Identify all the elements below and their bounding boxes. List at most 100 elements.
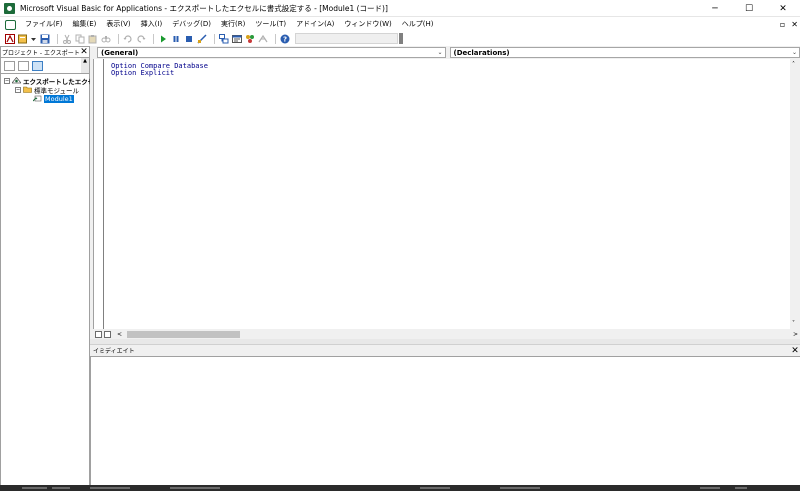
object-combo-value: (General)	[101, 48, 139, 57]
project-scroll-up-icon[interactable]: ▲	[81, 58, 89, 73]
toggle-folders-button[interactable]	[32, 60, 43, 71]
minimize-button[interactable]: ─	[698, 0, 732, 17]
help-icon[interactable]: ?	[280, 34, 290, 44]
taskbar-item[interactable]	[420, 487, 450, 489]
project-tree: − エクスポートしたエクセ − 標準モジュール Module1	[0, 73, 94, 491]
scroll-right-icon[interactable]: >	[793, 331, 798, 338]
maximize-button[interactable]: ☐	[732, 0, 766, 17]
project-explorer-title: プロジェクト - エクスポートしたエ	[2, 49, 79, 57]
vba-project-icon[interactable]	[4, 19, 16, 30]
view-object-button[interactable]	[18, 60, 29, 71]
object-combo[interactable]: (General) ⌄	[97, 47, 446, 58]
project-explorer-toolbar	[0, 58, 90, 73]
view-code-button[interactable]	[4, 60, 15, 71]
taskbar-item[interactable]	[700, 487, 720, 489]
margin-indicator-bar[interactable]	[94, 59, 104, 329]
project-explorer-icon[interactable]	[219, 33, 229, 44]
menu-run[interactable]: 実行(R)	[216, 17, 250, 31]
taskbar-item[interactable]	[170, 487, 220, 489]
toolbar-overflow-grip[interactable]	[399, 33, 403, 44]
root-expander-icon[interactable]: −	[4, 77, 10, 84]
menu-file[interactable]: ファイル(F)	[20, 17, 68, 31]
menu-insert[interactable]: 挿入(I)	[136, 17, 168, 31]
toolbar-separator	[118, 33, 119, 44]
code-vertical-scrollbar[interactable]: ˄ ˅	[790, 59, 800, 329]
standard-toolbar: ?	[0, 31, 800, 46]
taskbar-item[interactable]	[52, 487, 70, 489]
reset-icon[interactable]	[184, 34, 194, 44]
toolbar-separator	[275, 33, 276, 44]
procedure-combo-value: (Declarations)	[453, 48, 510, 57]
close-button[interactable]: ✕	[766, 0, 800, 17]
procedure-combo[interactable]: (Declarations) ⌄	[449, 47, 800, 58]
folder-icon	[23, 86, 32, 93]
break-icon[interactable]	[171, 34, 181, 44]
menu-view[interactable]: 表示(V)	[101, 17, 135, 31]
copy-icon[interactable]	[75, 34, 85, 44]
tree-module-row[interactable]: Module1	[33, 94, 74, 103]
object-browser-icon[interactable]	[245, 34, 255, 44]
menu-edit[interactable]: 編集(E)	[68, 17, 102, 31]
toolbar-separator	[214, 33, 215, 44]
view-access-icon[interactable]	[5, 33, 15, 44]
properties-window-icon[interactable]	[232, 34, 242, 44]
svg-text:?: ?	[283, 35, 287, 43]
insert-dropdown-arrow-icon[interactable]	[31, 34, 36, 44]
taskbar-strip	[0, 485, 800, 491]
taskbar-item[interactable]	[22, 487, 47, 489]
scroll-down-icon[interactable]: ˅	[792, 320, 795, 327]
vba-project-icon	[12, 77, 21, 84]
taskbar-item[interactable]	[90, 487, 130, 489]
design-mode-icon[interactable]	[197, 33, 207, 44]
run-icon[interactable]	[158, 34, 168, 44]
menu-addins[interactable]: アドイン(A)	[291, 17, 339, 31]
procedure-view-button[interactable]	[95, 330, 102, 338]
title-bar: Microsoft Visual Basic for Applications …	[0, 0, 800, 17]
immediate-window-input[interactable]	[90, 356, 800, 485]
menu-help[interactable]: ヘルプ(H)	[397, 17, 439, 31]
location-indicator	[295, 33, 398, 44]
menu-bar: ファイル(F) 編集(E) 表示(V) 挿入(I) デバッグ(D) 実行(R) …	[0, 17, 800, 31]
code-horizontal-scrollbar[interactable]: < >	[93, 329, 800, 339]
mdi-close-button[interactable]: ✕	[791, 20, 798, 29]
immediate-window-title: イミディエイト	[93, 348, 135, 355]
menu-window[interactable]: ウィンドウ(W)	[339, 17, 396, 31]
project-explorer-close-button[interactable]: ✕	[79, 47, 89, 57]
immediate-window-header: イミディエイト ✕	[90, 344, 800, 356]
folder-expander-icon[interactable]: −	[15, 86, 21, 93]
redo-icon[interactable]	[136, 34, 146, 44]
code-line-2[interactable]: Option Explicit	[111, 69, 174, 77]
tree-folder-row[interactable]: − 標準モジュール	[15, 85, 80, 95]
toolbar-separator	[57, 33, 58, 44]
full-module-view-button[interactable]	[104, 330, 111, 338]
menu-debug[interactable]: デバッグ(D)	[167, 17, 216, 31]
window-title: Microsoft Visual Basic for Applications …	[20, 3, 388, 13]
toolbox-icon[interactable]	[258, 34, 268, 44]
code-editor[interactable]: Option Compare Database Option Explicit …	[93, 59, 800, 329]
cut-icon[interactable]	[62, 34, 72, 44]
vba-app-icon[interactable]	[4, 2, 15, 14]
insert-module-icon[interactable]	[18, 34, 28, 44]
mdi-restore-button[interactable]: ▫	[780, 20, 785, 29]
horizontal-scroll-thumb[interactable]	[127, 330, 241, 338]
code-combo-bar: (General) ⌄ (Declarations) ⌄	[93, 46, 800, 59]
find-icon[interactable]	[101, 34, 111, 44]
menu-tools[interactable]: ツール(T)	[250, 17, 291, 31]
save-icon[interactable]	[40, 34, 50, 44]
scroll-left-icon[interactable]: <	[117, 331, 122, 338]
object-combo-chevron-down-icon[interactable]: ⌄	[436, 49, 445, 56]
project-explorer-header: プロジェクト - エクスポートしたエ ✕	[0, 46, 90, 58]
immediate-window-close-button[interactable]: ✕	[790, 346, 800, 356]
paste-icon[interactable]	[88, 34, 98, 44]
tree-module-label: Module1	[44, 94, 74, 103]
taskbar-item[interactable]	[500, 487, 540, 489]
toolbar-separator	[153, 33, 154, 44]
taskbar-item[interactable]	[735, 487, 747, 489]
procedure-combo-chevron-down-icon[interactable]: ⌄	[790, 49, 799, 56]
mdi-controls: ▫ ✕	[780, 17, 798, 31]
scroll-up-icon[interactable]: ˄	[792, 61, 795, 68]
tree-folder-label: 標準モジュール	[34, 86, 80, 95]
module-icon	[33, 95, 42, 102]
undo-icon[interactable]	[123, 34, 133, 44]
window-controls: ─ ☐ ✕	[698, 0, 800, 17]
